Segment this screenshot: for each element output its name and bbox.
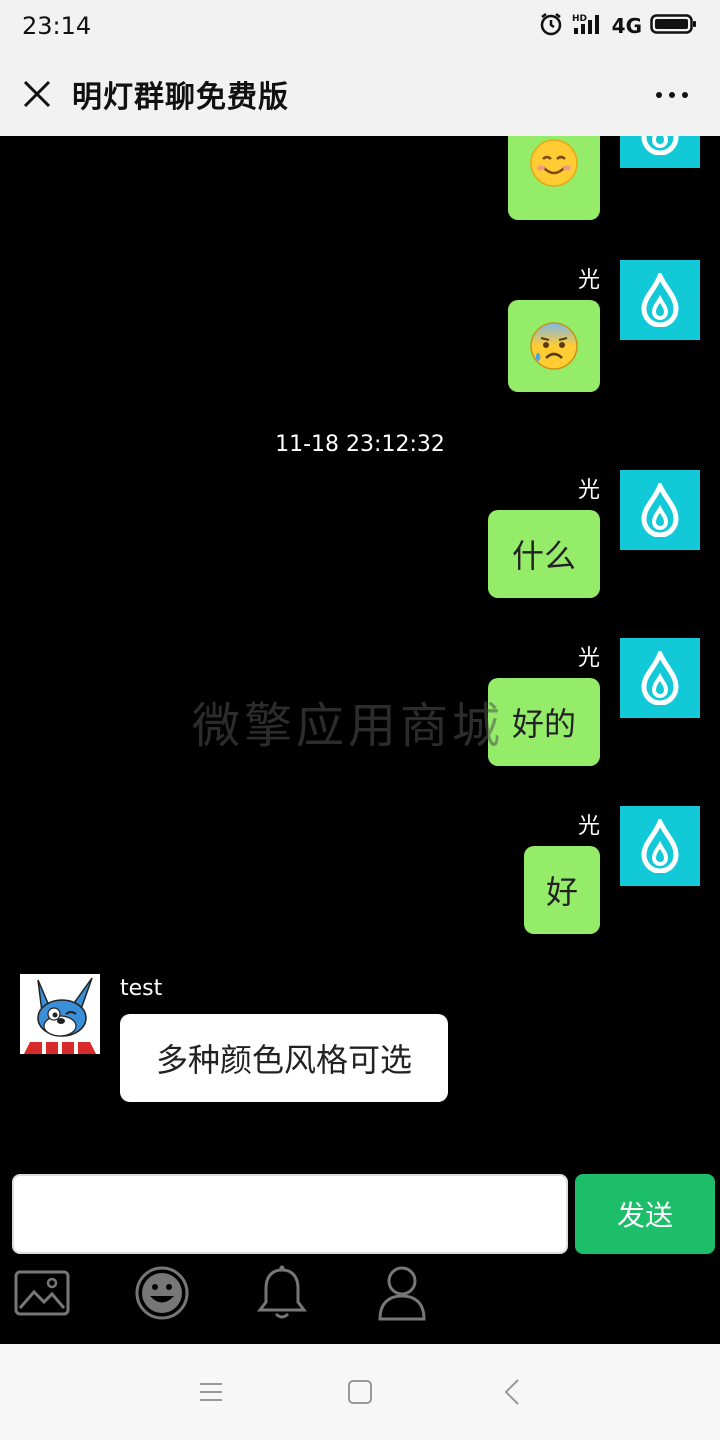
sender-name: 光 xyxy=(577,814,600,839)
close-button[interactable] xyxy=(2,52,72,136)
message-bubble: 什么 xyxy=(488,510,600,598)
more-button[interactable] xyxy=(652,80,692,110)
menu-icon xyxy=(200,1383,222,1401)
notification-button[interactable] xyxy=(252,1263,312,1323)
home-square-icon xyxy=(348,1380,372,1404)
battery-icon xyxy=(650,12,698,40)
system-nav-bar xyxy=(0,1344,720,1440)
flame-icon xyxy=(641,651,679,705)
message-bubble: 好的 xyxy=(488,678,600,766)
message-input[interactable] xyxy=(12,1174,568,1254)
status-bar: 23:14 HD 4G xyxy=(0,0,720,52)
avatar[interactable] xyxy=(20,974,100,1054)
status-time: 23:14 xyxy=(22,12,92,40)
svg-text:HD: HD xyxy=(572,14,587,24)
avatar[interactable] xyxy=(620,638,700,718)
image-icon xyxy=(14,1270,70,1316)
chat-area[interactable]: 光 11-18 23:12:32 光 什么 光 好的 微擎应用商城 光 好 te… xyxy=(0,136,720,1171)
network-type: 4G xyxy=(611,14,642,38)
avatar[interactable] xyxy=(620,470,700,550)
close-icon xyxy=(23,80,51,108)
sender-name: test xyxy=(120,976,163,1001)
user-icon xyxy=(378,1266,426,1321)
emoji-button[interactable] xyxy=(132,1263,192,1323)
back-chevron-icon xyxy=(504,1379,519,1405)
sender-name: 光 xyxy=(577,646,600,671)
back-nav-button[interactable] xyxy=(492,1372,532,1412)
send-button[interactable]: 发送 xyxy=(575,1174,715,1254)
flame-icon xyxy=(641,483,679,537)
profile-button[interactable] xyxy=(372,1263,432,1323)
more-icon xyxy=(656,92,688,98)
menu-nav-button[interactable] xyxy=(191,1372,231,1412)
watermark: 微擎应用商城 xyxy=(192,698,505,754)
sender-name: 光 xyxy=(577,478,600,503)
flame-icon xyxy=(641,136,679,155)
sender-name: 光 xyxy=(577,268,600,293)
avatar[interactable] xyxy=(620,260,700,340)
avatar[interactable] xyxy=(620,136,700,168)
message-bubble: 多种颜色风格可选 xyxy=(120,1014,448,1102)
title-bar: 明灯群聊免费版 xyxy=(0,52,720,136)
flame-icon xyxy=(641,819,679,873)
alarm-icon xyxy=(538,11,564,41)
rabbit-avatar-icon xyxy=(20,974,100,1054)
signal-icon: HD xyxy=(572,12,604,40)
input-bar: 发送 xyxy=(0,1171,720,1344)
bell-icon xyxy=(257,1265,307,1319)
status-icons: HD 4G xyxy=(538,11,698,41)
avatar[interactable] xyxy=(620,806,700,886)
message-bubble: 好 xyxy=(524,846,600,934)
page-title: 明灯群聊免费版 xyxy=(72,80,289,115)
flame-icon xyxy=(641,273,679,327)
message-bubble xyxy=(508,136,600,220)
image-button[interactable] xyxy=(12,1263,72,1323)
anxious-sweat-face-emoji-icon xyxy=(530,322,578,370)
message-timestamp: 11-18 23:12:32 xyxy=(275,432,445,457)
message-bubble xyxy=(508,300,600,392)
home-nav-button[interactable] xyxy=(340,1372,380,1412)
smiling-face-emoji-icon xyxy=(530,139,578,187)
emoji-icon xyxy=(135,1266,189,1320)
